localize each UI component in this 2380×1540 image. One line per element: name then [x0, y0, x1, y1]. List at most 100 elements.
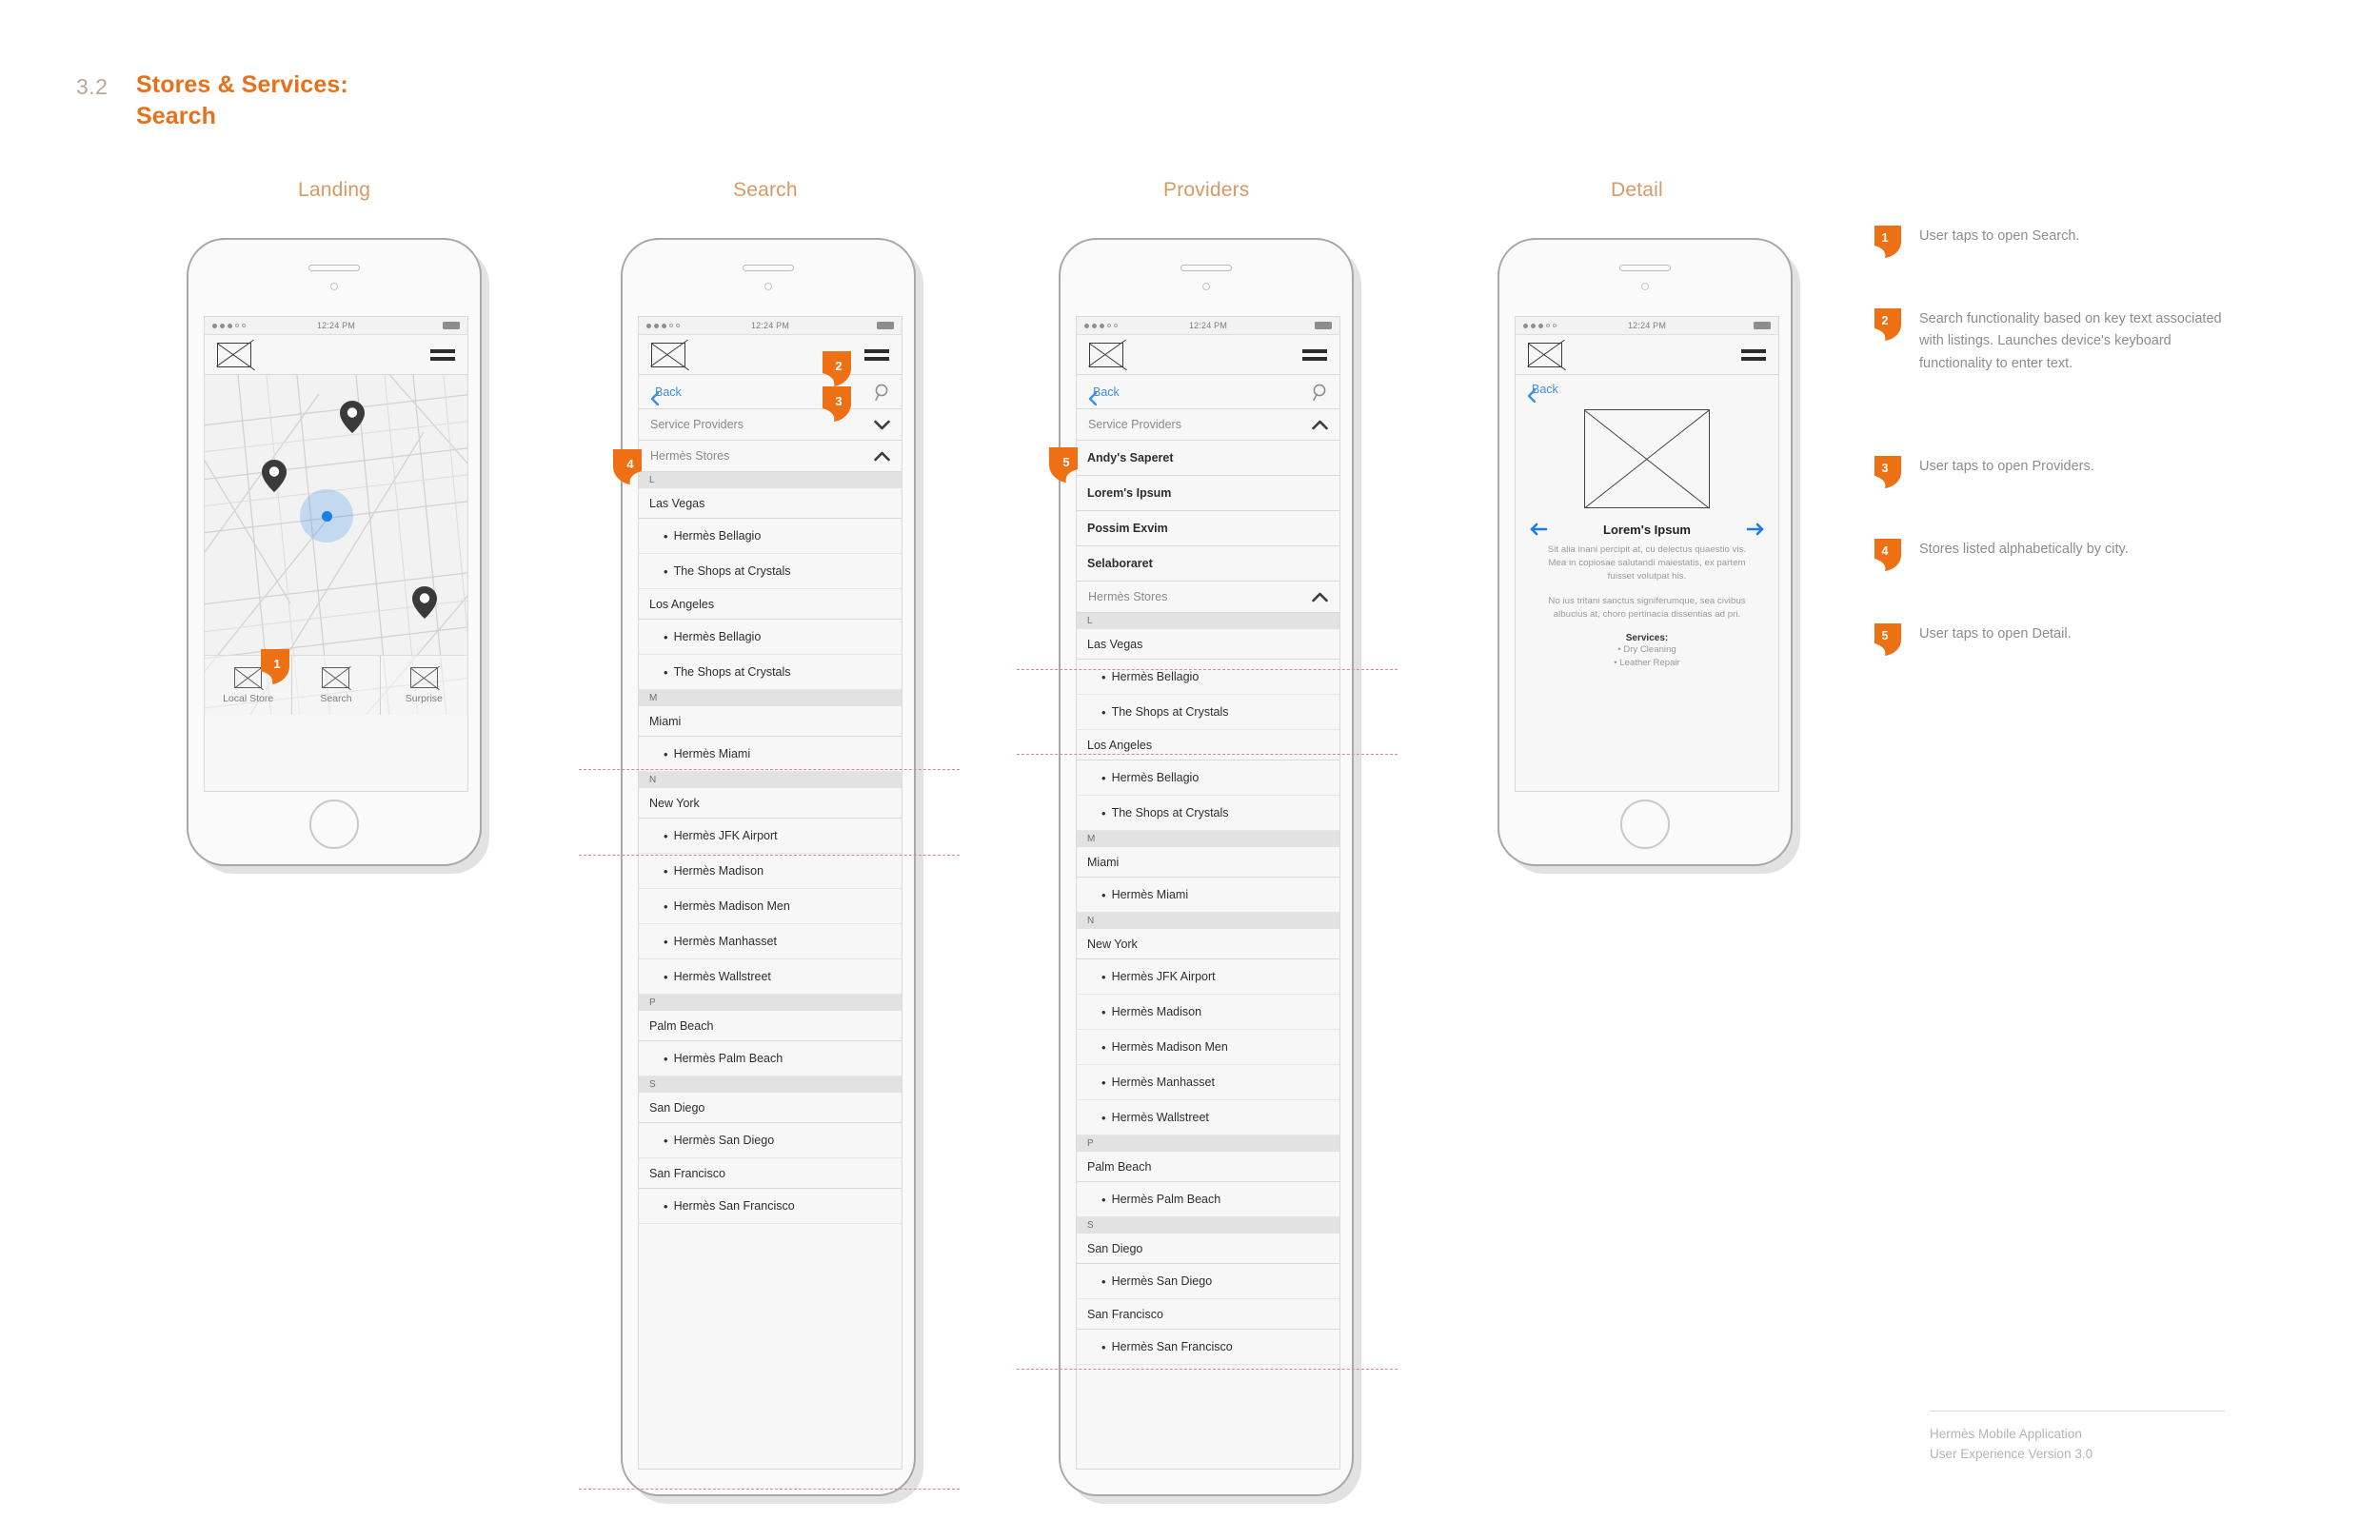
accordion-service-providers[interactable]: Service Providers [1077, 409, 1339, 441]
back-button[interactable]: Back [650, 385, 682, 405]
home-button[interactable] [1620, 800, 1670, 849]
hamburger-menu-icon[interactable] [1302, 348, 1327, 361]
store-row[interactable]: • The Shops at Crystals [1077, 695, 1339, 730]
store-row[interactable]: • Hermès JFK Airport [1077, 959, 1339, 995]
arrow-right-icon[interactable] [1746, 522, 1765, 537]
store-row[interactable]: • Hermès San Diego [639, 1123, 902, 1158]
city-row[interactable]: New York [639, 788, 902, 819]
bullet: • [1101, 805, 1106, 820]
provider-row[interactable]: Lorem's Ipsum [1077, 476, 1339, 511]
store-row[interactable]: • Hermès Wallstreet [639, 959, 902, 995]
callout-marker-1: 1 [259, 647, 291, 685]
store-name: Hermès San Diego [673, 1134, 775, 1147]
phone-providers: 12:24 PM Back Service Providers Andy's S… [1059, 238, 1354, 1496]
tab-label: Search [320, 692, 352, 704]
store-name: Hermès Wallstreet [1111, 1111, 1209, 1124]
callout-marker-2: 2 [1874, 307, 1902, 342]
bullet: • [1101, 1075, 1106, 1090]
store-row[interactable]: • Hermès Palm Beach [1077, 1182, 1339, 1217]
store-row[interactable]: • Hermès Madison Men [1077, 1030, 1339, 1065]
store-row[interactable]: • Hermès Bellagio [1077, 760, 1339, 796]
page-title-line1: Stores & Services: [136, 71, 348, 98]
store-row[interactable]: • Hermès Bellagio [639, 620, 902, 655]
back-button[interactable]: Back [1088, 385, 1120, 405]
provider-row[interactable]: Selaboraret [1077, 546, 1339, 582]
store-name: Hermès Wallstreet [673, 970, 771, 983]
callout-marker-1: 1 [1874, 225, 1902, 259]
store-name: Hermès JFK Airport [1111, 970, 1216, 983]
store-row[interactable]: • Hermès Bellagio [639, 519, 902, 554]
store-row[interactable]: • Hermès JFK Airport [639, 819, 902, 854]
accordion-hermes-stores[interactable]: Hermès Stores [1077, 582, 1339, 613]
city-row[interactable]: Los Angeles [1077, 730, 1339, 760]
legend-text: User taps to open Detail. [1919, 626, 2072, 642]
hamburger-menu-icon[interactable] [1741, 348, 1766, 361]
home-button[interactable] [309, 800, 359, 849]
city-row[interactable]: San Diego [639, 1093, 902, 1123]
store-row[interactable]: • Hermès Madison Men [639, 889, 902, 924]
city-row[interactable]: Miami [639, 706, 902, 737]
store-row[interactable]: • Hermès Manhasset [639, 924, 902, 959]
store-row[interactable]: • The Shops at Crystals [639, 554, 902, 589]
alpha-header: P [639, 995, 902, 1011]
alignment-guide [1017, 1369, 1398, 1370]
magnifier-icon[interactable] [874, 384, 890, 401]
city-row[interactable]: New York [1077, 929, 1339, 959]
city-row[interactable]: Palm Beach [1077, 1152, 1339, 1182]
screen-label-providers: Providers [1163, 179, 1250, 201]
hamburger-menu-icon[interactable] [864, 348, 889, 361]
store-row[interactable]: • Hermès Madison [639, 854, 902, 889]
status-bar: 12:24 PM [639, 317, 902, 335]
phone-speaker [1180, 265, 1232, 271]
magnifier-icon[interactable] [1312, 384, 1328, 401]
page-title: Stores & Services: Search [136, 69, 348, 132]
alignment-guide [579, 1489, 960, 1490]
screen-detail: 12:24 PM Back Lorem's Ipsum Sit alia ina… [1515, 316, 1779, 792]
detail-paragraph-2: No ius tritani sanctus signiferumque, se… [1548, 595, 1746, 620]
store-name: Hermès Palm Beach [673, 1052, 783, 1065]
alpha-header: L [1077, 613, 1339, 629]
city-row[interactable]: Las Vegas [639, 488, 902, 519]
store-row[interactable]: • Hermès Wallstreet [1077, 1100, 1339, 1135]
city-row[interactable]: Miami [1077, 847, 1339, 878]
city-row[interactable]: Los Angeles [639, 589, 902, 620]
store-row[interactable]: • Hermès Miami [1077, 878, 1339, 913]
store-row[interactable]: • The Shops at Crystals [1077, 796, 1339, 831]
provider-row[interactable]: Andy's Saperet [1077, 441, 1339, 476]
store-row[interactable]: • Hermès San Francisco [639, 1189, 902, 1224]
hamburger-menu-icon[interactable] [430, 348, 455, 361]
store-row[interactable]: • Hermès Miami [639, 737, 902, 772]
app-nav-bar [1077, 335, 1339, 375]
alpha-header: L [639, 472, 902, 488]
city-row[interactable]: Las Vegas [1077, 629, 1339, 660]
store-row[interactable]: • The Shops at Crystals [639, 655, 902, 690]
accordion-service-providers[interactable]: Service Providers [639, 409, 902, 441]
store-row[interactable]: • Hermès Bellagio [1077, 660, 1339, 695]
store-row[interactable]: • Hermès Palm Beach [639, 1041, 902, 1076]
services-heading: Services: [1625, 632, 1669, 643]
map-view[interactable]: Local Store Search Surprise [205, 375, 467, 715]
user-location-dot [322, 511, 332, 522]
back-button[interactable]: Back [1516, 375, 1778, 404]
bullet: • [1101, 669, 1106, 684]
city-row[interactable]: San Francisco [1077, 1299, 1339, 1330]
status-clock: 12:24 PM [1627, 321, 1667, 330]
store-row[interactable]: • Hermès Madison [1077, 995, 1339, 1030]
accordion-hermes-stores[interactable]: Hermès Stores [639, 441, 902, 472]
store-row[interactable]: • Hermès Manhasset [1077, 1065, 1339, 1100]
tab-surprise[interactable]: Surprise [381, 656, 467, 715]
map-pin-3[interactable] [412, 586, 437, 619]
city-row[interactable]: San Francisco [639, 1158, 902, 1189]
store-row[interactable]: • Hermès San Francisco [1077, 1330, 1339, 1365]
city-row[interactable]: Palm Beach [639, 1011, 902, 1041]
accordion-label: Service Providers [1088, 418, 1181, 431]
detail-title: Lorem's Ipsum [1603, 522, 1691, 537]
provider-row[interactable]: Possim Exvim [1077, 511, 1339, 546]
tab-search[interactable]: Search [292, 656, 381, 715]
city-row[interactable]: San Diego [1077, 1234, 1339, 1264]
back-bar: Back [639, 375, 902, 409]
store-row[interactable]: • Hermès San Diego [1077, 1264, 1339, 1299]
map-pin-2[interactable] [262, 460, 287, 492]
map-pin-1[interactable] [340, 401, 365, 433]
arrow-left-icon[interactable] [1529, 522, 1548, 537]
